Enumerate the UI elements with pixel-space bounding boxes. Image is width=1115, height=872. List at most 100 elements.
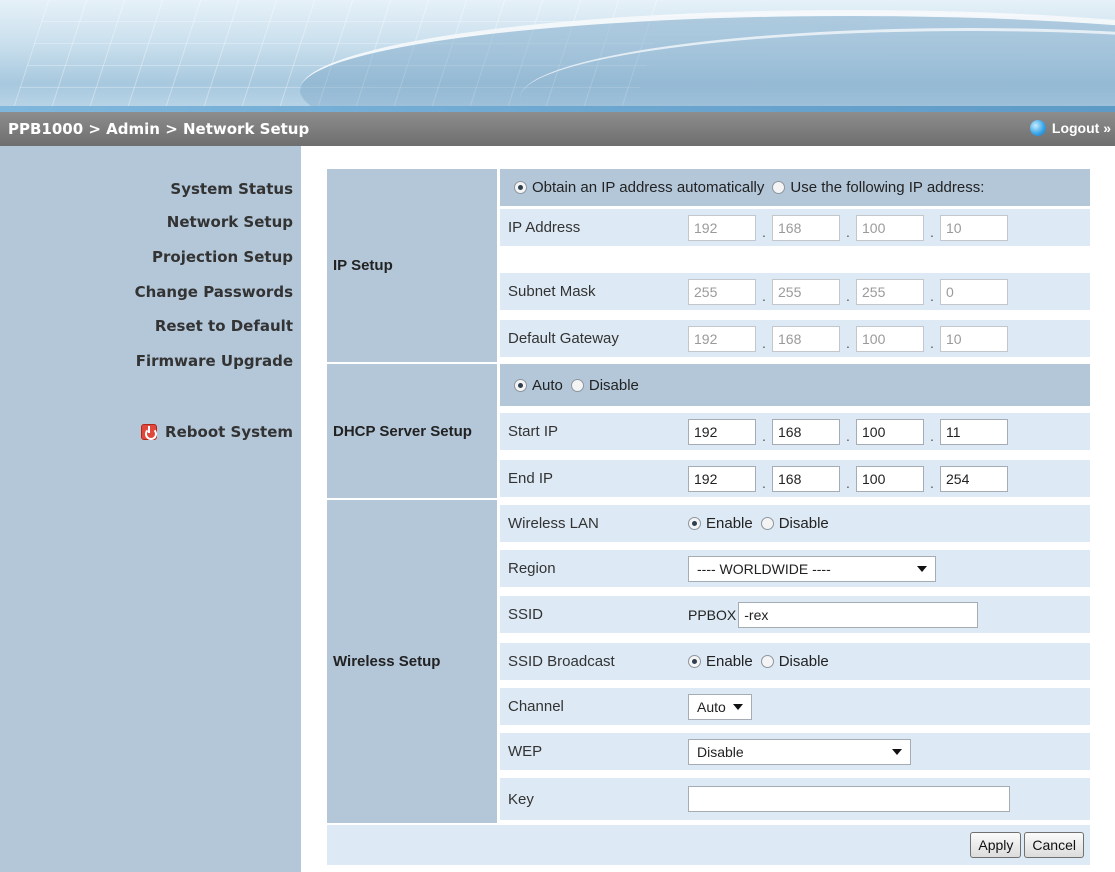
radio-unselected-icon <box>570 378 584 392</box>
ip-auto-radio[interactable]: Obtain an IP address automatically <box>514 179 764 196</box>
radio-unselected-icon <box>760 655 774 668</box>
ssid-input[interactable]: -rex <box>738 601 979 628</box>
ip-mode-row: Obtain an IP address automatically Use t… <box>500 169 1090 206</box>
power-icon <box>141 424 158 440</box>
start-octet-1[interactable]: 192 <box>688 418 756 445</box>
mask-octet-4[interactable]: 0 <box>940 278 1008 305</box>
radio-unselected-icon <box>760 517 774 530</box>
logout-icon <box>1029 120 1046 136</box>
ssid-value: -rex <box>744 606 769 623</box>
sidebar: System Status Network Setup Projection S… <box>0 146 301 872</box>
field-label: End IP <box>508 470 554 487</box>
wep-select[interactable]: Disable <box>688 738 911 765</box>
sidebar-item-projection-setup[interactable]: Projection Setup <box>152 248 293 266</box>
field-label: Wireless LAN <box>508 515 599 532</box>
start-octet-4[interactable]: 11 <box>940 418 1008 445</box>
ip-auto-label: Obtain an IP address automatically <box>532 179 765 196</box>
sidebar-item-firmware-upgrade[interactable]: Firmware Upgrade <box>136 352 293 370</box>
field-label: Default Gateway <box>508 330 619 347</box>
reboot-label: Reboot System <box>165 423 293 441</box>
channel-select[interactable]: Auto <box>688 693 752 720</box>
ip-manual-label: Use the following IP address: <box>790 179 985 196</box>
wireless-lan-row: Wireless LAN Enable Disable <box>500 505 1090 542</box>
radio-selected-icon <box>688 517 701 530</box>
key-input[interactable] <box>688 786 1010 812</box>
field-label: Region <box>508 560 556 577</box>
dhcp-auto-label: Auto <box>532 376 563 394</box>
field-label: WEP <box>508 743 543 760</box>
gateway-octet-4[interactable]: 10 <box>940 325 1008 352</box>
broadcast-disable-radio[interactable]: Disable <box>760 653 829 670</box>
mask-octet-1[interactable]: 255 <box>688 278 756 305</box>
start-octet-2[interactable]: 168 <box>772 418 840 445</box>
default-gateway-row: Default Gateway 192. 168. 100. 10 <box>500 320 1090 357</box>
ssid-row: SSID PPBOX -rex <box>500 596 1090 633</box>
end-octet-4[interactable]: 254 <box>940 465 1008 492</box>
wlan-enable-label: Enable <box>706 515 753 532</box>
sidebar-item-reset-to-default[interactable]: Reset to Default <box>155 317 293 335</box>
broadcast-enable-radio[interactable]: Enable <box>688 653 753 670</box>
ip-octet-2[interactable]: 168 <box>772 214 840 241</box>
wlan-disable-label: Disable <box>778 515 829 532</box>
end-octet-3[interactable]: 100 <box>856 465 924 492</box>
region-row: Region ---- WORLDWIDE ---- <box>500 550 1090 587</box>
dhcp-start-field: 192. 168. 100. 11 <box>688 418 1008 445</box>
wlan-disable-radio[interactable]: Disable <box>760 515 829 532</box>
sidebar-item-change-passwords[interactable]: Change Passwords <box>135 283 293 301</box>
field-label: IP Address <box>508 219 581 236</box>
ssid-prefix: PPBOX <box>688 606 737 623</box>
wep-row: WEP Disable <box>500 733 1090 770</box>
dhcp-auto-radio[interactable]: Auto <box>514 377 563 394</box>
field-label: SSID Broadcast <box>508 653 615 670</box>
section-title: IP Setup <box>333 257 393 274</box>
ip-address-row: IP Address 192. 168. 100. 10 <box>500 209 1090 246</box>
chevron-down-icon <box>892 748 902 755</box>
mask-octet-2[interactable]: 255 <box>772 278 840 305</box>
section-title: DHCP Server Setup <box>333 422 472 440</box>
default-gateway-field: 192. 168. 100. 10 <box>688 325 1008 352</box>
subnet-mask-row: Subnet Mask 255. 255. 255. 0 <box>500 273 1090 310</box>
apply-button[interactable]: Apply <box>970 832 1022 858</box>
ip-octet-1[interactable]: 192 <box>688 214 756 241</box>
ip-octet-4[interactable]: 10 <box>940 214 1008 241</box>
channel-row: Channel Auto <box>500 688 1090 725</box>
gateway-octet-3[interactable]: 100 <box>856 325 924 352</box>
start-octet-3[interactable]: 100 <box>856 418 924 445</box>
chevron-down-icon <box>733 703 743 710</box>
end-octet-2[interactable]: 168 <box>772 465 840 492</box>
region-value: ---- WORLDWIDE ---- <box>697 560 831 577</box>
reboot-system-link[interactable]: Reboot System <box>141 423 293 441</box>
gateway-octet-1[interactable]: 192 <box>688 325 756 352</box>
key-row: Key <box>500 778 1090 820</box>
broadcast-enable-label: Enable <box>706 653 753 670</box>
chevron-down-icon <box>917 565 927 572</box>
gateway-octet-2[interactable]: 168 <box>772 325 840 352</box>
field-label: SSID <box>508 606 544 623</box>
logout-link[interactable]: Logout » <box>1029 120 1111 136</box>
channel-value: Auto <box>697 698 726 715</box>
dhcp-disable-radio[interactable]: Disable <box>570 377 639 394</box>
wlan-enable-radio[interactable]: Enable <box>688 515 753 532</box>
ip-octet-3[interactable]: 100 <box>856 214 924 241</box>
dhcp-mode-row: Auto Disable <box>500 364 1090 406</box>
broadcast-disable-label: Disable <box>778 653 829 670</box>
ip-manual-radio[interactable]: Use the following IP address: <box>772 179 984 196</box>
field-label: Start IP <box>508 423 559 440</box>
sidebar-item-system-status[interactable]: System Status <box>170 180 293 198</box>
section-label-ip-setup: IP Setup <box>327 169 497 362</box>
breadcrumb: PPB1000 > Admin > Network Setup <box>8 120 310 138</box>
region-select[interactable]: ---- WORLDWIDE ---- <box>688 555 936 582</box>
cancel-button[interactable]: Cancel <box>1024 832 1084 858</box>
end-octet-1[interactable]: 192 <box>688 465 756 492</box>
wep-value: Disable <box>697 743 744 760</box>
section-label-wireless: Wireless Setup <box>327 500 497 823</box>
dhcp-start-row: Start IP 192. 168. 100. 11 <box>500 413 1090 450</box>
field-label: Key <box>508 790 534 808</box>
mask-octet-3[interactable]: 255 <box>856 278 924 305</box>
ssid-broadcast-row: SSID Broadcast Enable Disable <box>500 643 1090 680</box>
header-banner <box>0 0 1115 112</box>
subnet-mask-field: 255. 255. 255. 0 <box>688 278 1008 305</box>
dhcp-end-row: End IP 192. 168. 100. 254 <box>500 460 1090 497</box>
sidebar-item-network-setup[interactable]: Network Setup <box>167 213 293 231</box>
radio-selected-icon <box>514 181 527 194</box>
